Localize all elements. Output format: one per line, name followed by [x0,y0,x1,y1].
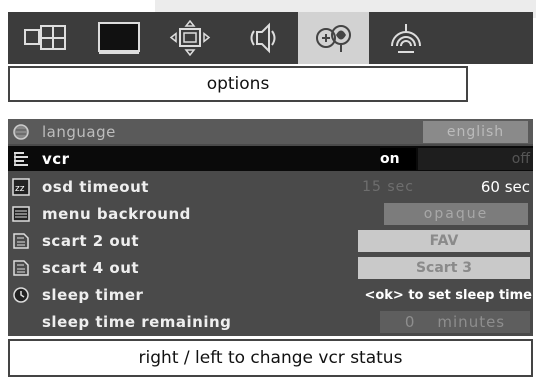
tab-picture-in-picture[interactable] [10,12,81,64]
scart-4-value[interactable]: Scart 3 [358,257,530,279]
install-antenna-icon [390,24,421,53]
tab-options[interactable] [298,12,369,64]
menu-label: sleep time remaining [42,312,232,331]
menu-row-sleep-timer[interactable]: sleep timer <ok> to set sleep time [8,282,533,307]
osd-timeout-previous: 15 sec [362,179,414,195]
menu-row-scart-4-out[interactable]: scart 4 out Scart 3 [8,255,533,280]
tab-install[interactable] [370,12,441,64]
menu-label: menu backround [42,204,191,223]
sleep-remaining-value: 0 minutes [380,311,530,333]
menu-label: language [42,122,116,141]
menu-label: scart 4 out [42,258,140,277]
sleep-remaining-number: 0 [404,313,416,331]
scart-connector-icon [13,260,29,276]
menu-label: vcr [42,149,70,168]
tv-menu-screen: options language english vcr on off zz o… [0,0,536,381]
help-text: right / left to change vcr status [8,339,533,377]
menu-row-sleep-time-remaining: sleep time remaining 0 minutes [8,309,533,334]
scart-2-value[interactable]: FAV [358,230,530,252]
globe-icon [13,124,29,140]
tab-tv-screen[interactable] [83,12,154,64]
osd-timeout-value[interactable]: 60 sec [448,176,530,198]
vcr-value-on[interactable]: on [380,148,416,170]
menu-label: osd timeout [42,177,149,196]
tv-screen-icon [97,22,140,54]
svg-text:zz: zz [15,184,25,194]
zz-timeout-icon: zz [12,178,30,196]
vcr-value-off[interactable]: off [418,148,533,170]
vcr-icon [14,152,28,166]
menu-background-value[interactable]: opaque [384,203,528,225]
menu-row-vcr[interactable]: vcr on off [8,146,533,171]
menu-row-menu-background[interactable]: menu backround opaque [8,201,533,226]
menu-background-icon [12,206,30,222]
tab-sound[interactable] [227,12,298,64]
menu-row-scart-2-out[interactable]: scart 2 out FAV [8,228,533,253]
tab-image-adjust[interactable] [154,12,225,64]
menu-row-language[interactable]: language english [8,119,533,144]
menu-tab-bar [8,12,533,64]
menu-label: sleep timer [42,285,144,304]
picture-in-picture-icon [23,25,66,50]
sleep-timer-hint: <ok> to set sleep time [364,287,532,303]
clock-icon [13,287,29,303]
sleep-remaining-unit: minutes [437,313,506,331]
image-adjust-icon [169,20,210,56]
scart-connector-icon [13,233,29,249]
language-value: english [423,121,528,143]
menu-label: scart 2 out [42,231,140,250]
options-menu: language english vcr on off zz osd timeo… [8,119,533,336]
options-icon [315,25,351,52]
page-title: options [8,66,468,102]
sound-icon [250,22,275,54]
menu-row-osd-timeout[interactable]: zz osd timeout 15 sec 60 sec [8,174,533,199]
